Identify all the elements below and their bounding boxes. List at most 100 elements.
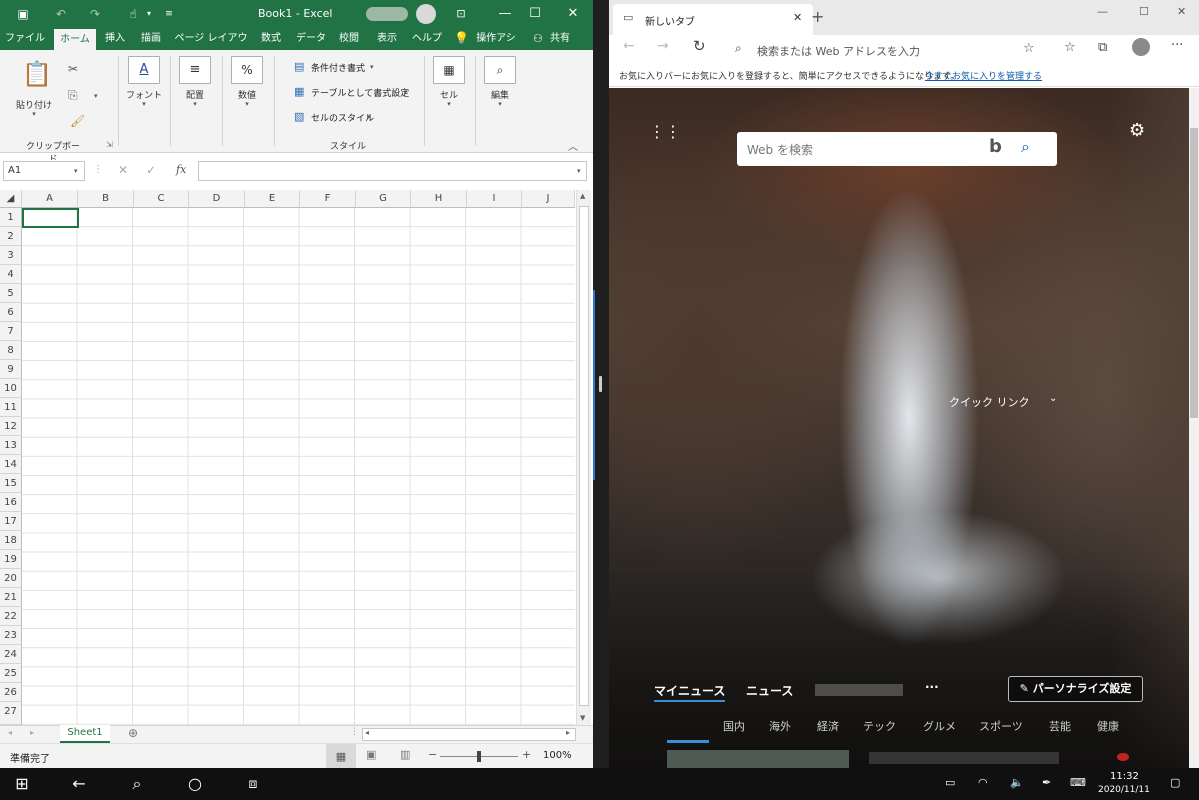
normal-view-icon[interactable]: ▦ (326, 744, 356, 768)
select-all-corner[interactable]: ◢ (0, 190, 22, 208)
maximize-icon[interactable]: ☐ (1139, 5, 1149, 18)
formula-input[interactable] (198, 161, 587, 181)
chevron-down-icon[interactable]: ▾ (367, 113, 371, 121)
redo-icon[interactable]: ↷ (86, 5, 104, 23)
copy-icon[interactable]: ⎘ (68, 88, 78, 103)
column-header[interactable]: I (467, 190, 522, 208)
number-format-icon[interactable]: % (231, 56, 263, 84)
row-header[interactable]: 24 (0, 645, 22, 664)
scroll-right-icon[interactable]: ▸ (566, 728, 570, 737)
address-bar[interactable]: ⌕ 検索または Web アドレスを入力 ☆ (725, 38, 1051, 62)
pen-icon[interactable]: ✒ (1042, 776, 1051, 789)
worksheet-grid[interactable]: ◢ A B C D E F G H I J 1 2 3 4 5 6 7 8 9 … (0, 190, 575, 725)
row-header[interactable]: 7 (0, 322, 22, 341)
customize-qat-icon[interactable]: ≡ (160, 5, 178, 23)
chevron-down-icon[interactable]: ▾ (140, 5, 158, 23)
bing-search-box[interactable]: Web を検索 b ⌕ (737, 132, 1057, 166)
chevron-down-icon[interactable]: ⌄ (1049, 393, 1057, 404)
keyboard-icon[interactable]: ⌨ (1070, 776, 1086, 789)
search-icon[interactable]: ⌕ (1021, 137, 1030, 157)
tab-help[interactable]: ヘルプ (410, 28, 444, 50)
windows-start-icon[interactable]: ⊞ (10, 772, 34, 796)
chevron-down-icon[interactable]: ▾ (370, 63, 374, 71)
tab-news[interactable]: ニュース (746, 682, 793, 699)
row-header[interactable]: 18 (0, 531, 22, 550)
add-tab-icon[interactable]: + (811, 7, 824, 26)
tab-view[interactable]: 表示 (372, 28, 402, 50)
tell-me-search[interactable]: 操作アシ (472, 28, 520, 50)
paste-icon[interactable]: 📋 (22, 60, 52, 88)
row-header[interactable]: 10 (0, 379, 22, 398)
news-tab-blurred[interactable] (815, 684, 903, 696)
chevron-down-icon[interactable]: ▾ (404, 88, 408, 96)
favorites-icon[interactable]: ☆ (1064, 40, 1076, 55)
horizontal-scrollbar[interactable] (362, 728, 576, 741)
zoom-slider-thumb[interactable] (477, 751, 481, 762)
cell-area[interactable] (22, 208, 575, 725)
zoom-out-icon[interactable]: − (428, 748, 437, 761)
insert-function-icon[interactable]: fx (176, 163, 186, 176)
tab-page-layout[interactable]: ページ レイアウト (172, 28, 250, 66)
cancel-icon[interactable]: ✕ (118, 163, 128, 177)
refresh-icon[interactable]: ↻ (693, 37, 706, 55)
chevron-down-icon[interactable]: ▾ (577, 167, 581, 175)
category-tech[interactable]: テック (863, 718, 896, 734)
chevron-down-icon[interactable]: ▾ (30, 110, 38, 118)
row-header[interactable]: 22 (0, 607, 22, 626)
category-world[interactable]: 海外 (769, 718, 791, 734)
cell-style-button[interactable]: セルのスタイル (311, 111, 374, 124)
forward-icon[interactable]: → (657, 38, 669, 54)
column-header[interactable]: J (522, 190, 575, 208)
cortana-icon[interactable]: ○ (183, 772, 207, 796)
row-header[interactable]: 4 (0, 265, 22, 284)
close-icon[interactable]: ✕ (562, 4, 584, 24)
scroll-down-icon[interactable]: ▼ (580, 714, 585, 722)
minimize-icon[interactable]: — (1097, 5, 1108, 18)
dialog-launcher-icon[interactable]: ⇲ (106, 140, 113, 149)
category-sports[interactable]: スポーツ (979, 718, 1023, 734)
collapse-ribbon-icon[interactable]: ︿ (568, 138, 578, 153)
search-icon[interactable]: ⌕ (125, 772, 149, 796)
row-header[interactable]: 2 (0, 227, 22, 246)
chevron-down-icon[interactable]: ▾ (243, 100, 251, 108)
column-header[interactable]: H (411, 190, 467, 208)
row-header[interactable]: 17 (0, 512, 22, 531)
scroll-up-icon[interactable]: ▲ (580, 192, 585, 200)
row-header[interactable]: 11 (0, 398, 22, 417)
gear-icon[interactable]: ⚙ (1129, 120, 1145, 141)
manage-favorites-link[interactable]: 今すぐお気に入りを管理する (925, 69, 1042, 82)
column-header[interactable]: C (134, 190, 189, 208)
sheet-prev-icon[interactable]: ◂ (8, 728, 12, 737)
row-header[interactable]: 6 (0, 303, 22, 322)
row-header[interactable]: 19 (0, 550, 22, 569)
row-header[interactable]: 1 (0, 208, 22, 227)
tab-home[interactable]: ホーム (54, 29, 96, 51)
table-format-button[interactable]: テーブルとして書式設定 (311, 86, 409, 99)
column-header[interactable]: D (189, 190, 245, 208)
row-header[interactable]: 13 (0, 436, 22, 455)
tab-new-tab[interactable]: ▭ 新しいタブ ✕ (613, 4, 813, 35)
snap-divider[interactable] (593, 0, 609, 768)
sheet-next-icon[interactable]: ▸ (30, 728, 34, 737)
column-header[interactable]: E (245, 190, 300, 208)
cut-icon[interactable]: ✂ (68, 62, 78, 76)
save-icon[interactable]: ▣ (14, 5, 32, 23)
row-header[interactable]: 12 (0, 417, 22, 436)
news-card-blurred[interactable] (667, 750, 849, 768)
row-header[interactable]: 9 (0, 360, 22, 379)
quick-links-toggle[interactable]: クイック リンク (949, 394, 1030, 410)
row-header[interactable]: 3 (0, 246, 22, 265)
cells-icon[interactable]: ▦ (433, 56, 465, 84)
column-header[interactable]: F (300, 190, 356, 208)
sheet-tab[interactable]: Sheet1 (60, 725, 110, 743)
row-header[interactable]: 23 (0, 626, 22, 645)
category-economy[interactable]: 経済 (817, 718, 839, 734)
chevron-down-icon[interactable]: ▾ (445, 100, 453, 108)
close-tab-icon[interactable]: ✕ (793, 11, 802, 24)
page-break-view-icon[interactable]: ▥ (400, 748, 410, 761)
task-view-icon[interactable]: ⧈ (241, 772, 265, 796)
row-header[interactable]: 25 (0, 664, 22, 683)
tab-formulas[interactable]: 数式 (256, 28, 286, 50)
row-header[interactable]: 8 (0, 341, 22, 360)
category-gourmet[interactable]: グルメ (923, 718, 956, 734)
